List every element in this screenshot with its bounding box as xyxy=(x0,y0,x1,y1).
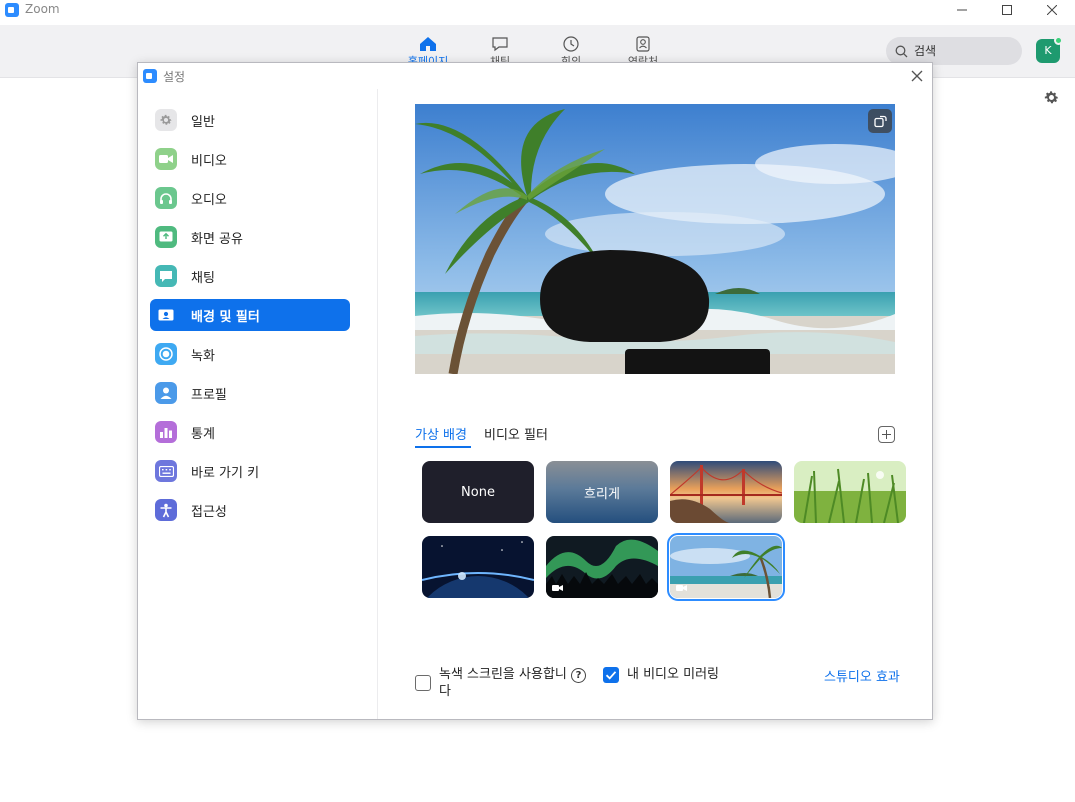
avatar-initial: K xyxy=(1044,44,1052,57)
background-label: None xyxy=(461,484,495,500)
sidebar-item-label: 배경 및 필터 xyxy=(191,310,260,325)
sidebar-item-label: 오디오 xyxy=(191,193,227,208)
sidebar-item-general[interactable]: 일반 xyxy=(150,104,350,136)
sidebar-item-label: 화면 공유 xyxy=(191,232,243,247)
beach-preview-image xyxy=(415,104,895,374)
sidebar-item-profile[interactable]: 프로필 xyxy=(150,377,350,409)
gear-icon xyxy=(155,109,177,131)
minimize-icon xyxy=(957,9,967,11)
settings-dialog: 설정 일반 비디오 오디오 화면 공유 채팅 배경 및 필터 녹화 프로필 통계… xyxy=(137,62,933,720)
maximize-button[interactable] xyxy=(984,0,1030,20)
sidebar-item-chat[interactable]: 채팅 xyxy=(150,260,350,292)
sidebar-item-accessibility[interactable]: 접근성 xyxy=(150,494,350,526)
search-input[interactable] xyxy=(914,42,1014,60)
video-camera-icon xyxy=(676,585,687,591)
background-golden-gate[interactable] xyxy=(670,461,782,523)
add-background-button[interactable] xyxy=(878,426,895,443)
chat-icon xyxy=(492,37,508,52)
home-icon xyxy=(420,37,436,51)
accessibility-icon xyxy=(155,499,177,521)
sidebar-item-background-filters[interactable]: 배경 및 필터 xyxy=(150,299,350,331)
tab-virtual-background[interactable]: 가상 배경 xyxy=(415,424,467,443)
sidebar-item-label: 바로 가기 키 xyxy=(191,466,260,481)
minimize-button[interactable] xyxy=(939,0,985,20)
active-tab-underline xyxy=(415,446,471,448)
background-earth[interactable] xyxy=(422,536,534,598)
zoom-logo-icon xyxy=(5,3,19,17)
mirror-video-label: 내 비디오 미러링 xyxy=(627,667,719,682)
sidebar-item-keyboard-shortcuts[interactable]: 바로 가기 키 xyxy=(150,455,350,487)
close-icon[interactable] xyxy=(908,67,926,85)
green-screen-checkbox[interactable] xyxy=(415,675,431,691)
rotate-camera-button[interactable] xyxy=(868,109,892,133)
earth-image xyxy=(422,536,534,598)
background-aurora[interactable] xyxy=(546,536,658,598)
clock-icon xyxy=(563,36,579,52)
bar-chart-icon xyxy=(155,421,177,443)
sidebar-item-label: 비디오 xyxy=(191,154,227,169)
gear-icon[interactable] xyxy=(1043,89,1060,106)
sidebar-item-label: 통계 xyxy=(191,427,215,442)
background-blur[interactable]: 흐리게 xyxy=(546,461,658,523)
app-title: Zoom xyxy=(25,2,60,16)
green-screen-label: 녹색 스크린을 사용합니다 xyxy=(439,667,567,699)
person-card-icon xyxy=(155,304,177,326)
close-window-button[interactable] xyxy=(1029,0,1075,20)
close-icon xyxy=(1047,5,1057,15)
rotate-icon xyxy=(874,115,887,128)
chat-bubble-icon xyxy=(155,265,177,287)
search-box[interactable] xyxy=(886,37,1022,65)
sidebar-item-video[interactable]: 비디오 xyxy=(150,143,350,175)
studio-effects-link[interactable]: 스튜디오 효과 xyxy=(824,666,900,685)
background-grass[interactable] xyxy=(794,461,906,523)
sidebar-item-label: 일반 xyxy=(191,115,215,130)
video-preview xyxy=(415,104,895,374)
sidebar-item-label: 채팅 xyxy=(191,271,215,286)
background-beach[interactable] xyxy=(667,533,785,601)
maximize-icon xyxy=(1002,5,1012,15)
profile-icon xyxy=(155,382,177,404)
window-title-bar: Zoom xyxy=(0,0,1075,20)
search-icon xyxy=(895,45,908,58)
tab-video-filter[interactable]: 비디오 필터 xyxy=(484,424,548,443)
mirror-video-checkbox[interactable] xyxy=(603,667,619,683)
online-status-dot xyxy=(1054,36,1063,45)
video-camera-icon xyxy=(552,585,563,591)
sidebar-item-statistics[interactable]: 통계 xyxy=(150,416,350,448)
background-none[interactable]: None xyxy=(422,461,534,523)
video-camera-icon xyxy=(155,148,177,170)
dialog-title: 설정 xyxy=(163,70,186,84)
keyboard-icon xyxy=(155,460,177,482)
share-screen-icon xyxy=(155,226,177,248)
sidebar-item-recording[interactable]: 녹화 xyxy=(150,338,350,370)
headphones-icon xyxy=(155,187,177,209)
record-icon xyxy=(155,343,177,365)
sidebar-item-audio[interactable]: 오디오 xyxy=(150,182,350,214)
background-label: 흐리게 xyxy=(584,486,620,502)
golden-gate-image xyxy=(670,461,782,523)
sidebar-item-label: 프로필 xyxy=(191,388,227,403)
sidebar-item-share-screen[interactable]: 화면 공유 xyxy=(150,221,350,253)
sidebar-item-label: 접근성 xyxy=(191,505,227,520)
zoom-logo-icon xyxy=(143,69,157,83)
avatar[interactable]: K xyxy=(1036,36,1063,63)
dialog-title-bar: 설정 xyxy=(138,63,932,89)
grass-image xyxy=(794,461,906,523)
sidebar-item-label: 녹화 xyxy=(191,349,215,364)
contacts-icon xyxy=(636,36,650,52)
help-icon[interactable]: ? xyxy=(571,668,586,683)
settings-sidebar: 일반 비디오 오디오 화면 공유 채팅 배경 및 필터 녹화 프로필 통계 바로… xyxy=(138,89,378,719)
checkmark-icon xyxy=(605,671,617,680)
